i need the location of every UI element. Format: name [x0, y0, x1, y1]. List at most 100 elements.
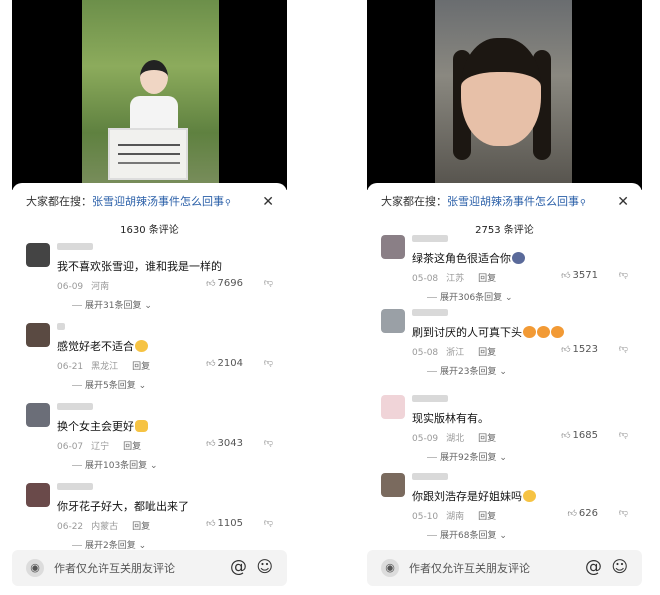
like-button[interactable]: 👍︎ 626 [568, 508, 599, 519]
avatar[interactable] [381, 309, 405, 333]
camera-icon[interactable]: ◉ [26, 559, 44, 577]
avatar[interactable] [26, 323, 50, 347]
comment-item[interactable]: 感觉好老不适合 06-21 黑龙江 回复 👍︎ 2104 👎︎ 展开5条回复 ⌄ [12, 323, 287, 403]
reply-button[interactable]: 回复 [478, 348, 496, 358]
comment-item[interactable]: 绿茶这角色很适合你 05-08 江苏 回复 👍︎ 3571 👎︎ 展开306条回复 ⌄ [367, 235, 642, 315]
camera-icon[interactable]: ◉ [381, 559, 399, 577]
cat-emoji-icon [512, 252, 525, 264]
comment-item[interactable]: 我不喜欢张雪迎，谁和我是一样的 06-09 河南 👍︎ 7696 👎︎ 展开31条回… [12, 243, 287, 323]
at-mention-icon[interactable]: @ [230, 557, 247, 577]
thumb-down-icon[interactable]: 👎︎ [619, 344, 628, 354]
comment-region: 黑龙江 [91, 362, 119, 372]
search-prefix: 大家都在搜： [26, 195, 92, 208]
avatar[interactable] [26, 243, 50, 267]
comment-item[interactable]: 你跟刘浩存是好姐妹吗 05-10 湖南 回复 👍︎ 626 👎︎ 展开68条回复 ⌄ [367, 473, 642, 553]
thumb-up-icon: 👍︎ [561, 271, 571, 281]
comment-input[interactable]: 作者仅允许互关朋友评论 [409, 560, 530, 576]
like-button[interactable]: 👍︎ 1105 [206, 518, 243, 529]
comment-region: 河南 [91, 282, 110, 292]
search-suggestion[interactable]: 大家都在搜：张雪迎胡辣汤事件怎么回事⚲ ✕ [26, 193, 276, 211]
username[interactable] [412, 235, 448, 242]
person-face [461, 38, 541, 146]
at-mention-icon[interactable]: @ [585, 557, 602, 577]
comment-text: 感觉好老不适合 [57, 339, 277, 355]
expand-replies[interactable]: 展开31条回复 ⌄ [72, 298, 152, 311]
reply-button[interactable]: 回复 [478, 434, 496, 444]
like-button[interactable]: 👍︎ 1685 [561, 430, 598, 441]
thumb-down-icon[interactable]: 👎︎ [619, 430, 628, 440]
expand-replies[interactable]: 展开23条回复 ⌄ [427, 364, 507, 377]
close-icon[interactable]: ✕ [617, 193, 629, 211]
comment-date: 05-08 [412, 348, 439, 358]
reply-button[interactable]: 回复 [123, 442, 141, 452]
close-icon[interactable]: ✕ [262, 193, 274, 211]
comment-text-content: 换个女主会更好 [57, 420, 134, 433]
comment-text: 换个女主会更好 [57, 419, 277, 435]
comment-date: 05-09 [412, 434, 439, 444]
reply-button[interactable]: 回复 [478, 512, 496, 522]
emoji-picker-icon[interactable]: ☺ [611, 557, 628, 576]
avatar[interactable] [381, 395, 405, 419]
thumb-down-icon[interactable]: 👎︎ [264, 278, 273, 288]
search-icon[interactable]: ⚲ [225, 194, 231, 212]
emoji-picker-icon[interactable]: ☺ [256, 557, 273, 576]
comment-input[interactable]: 作者仅允许互关朋友评论 [54, 560, 175, 576]
expand-replies[interactable]: 展开306条回复 ⌄ [427, 290, 513, 303]
like-button[interactable]: 👍︎ 2104 [206, 358, 243, 369]
reply-button[interactable]: 回复 [132, 522, 150, 532]
expand-replies[interactable]: 展开68条回复 ⌄ [427, 528, 507, 541]
laugh-emoji-icon [135, 340, 148, 352]
laugh-emoji-icon [523, 490, 536, 502]
thumb-down-icon[interactable]: 👎︎ [264, 518, 273, 528]
avatar[interactable] [381, 473, 405, 497]
search-topic-link[interactable]: 张雪迎胡辣汤事件怎么回事 [92, 195, 224, 208]
comment-text-content: 绿茶这角色很适合你 [412, 252, 511, 265]
comment-meta: 06-22 内蒙古 回复 [57, 519, 158, 532]
comment-item[interactable]: 刷到讨厌的人可真下头 05-08 浙江 回复 👍︎ 1523 👎︎ 展开23条回复 ⌄ [367, 309, 642, 389]
reply-button[interactable]: 回复 [478, 274, 496, 284]
expand-replies[interactable]: 展开92条回复 ⌄ [427, 450, 507, 463]
comment-date: 05-10 [412, 512, 439, 522]
video-player[interactable] [12, 0, 287, 190]
avatar[interactable] [381, 235, 405, 259]
comment-meta: 05-09 湖北 回复 [412, 431, 504, 444]
avatar[interactable] [26, 403, 50, 427]
search-prefix: 大家都在搜： [381, 195, 447, 208]
video-player[interactable] [367, 0, 642, 190]
username[interactable] [412, 395, 448, 402]
comment-date: 06-21 [57, 362, 84, 372]
like-button[interactable]: 👍︎ 1523 [561, 344, 598, 355]
comment-input-bar[interactable]: ◉ 作者仅允许互关朋友评论 @ ☺ [12, 550, 287, 586]
comment-meta: 05-08 浙江 回复 [412, 345, 504, 358]
thumb-down-icon[interactable]: 👎︎ [264, 358, 273, 368]
username[interactable] [57, 483, 93, 490]
comment-region: 湖南 [446, 512, 465, 522]
thumb-down-icon[interactable]: 👎︎ [619, 270, 628, 280]
username[interactable] [412, 473, 448, 480]
thumb-up-icon: 👍︎ [567, 509, 577, 519]
expand-line [427, 535, 437, 536]
like-button[interactable]: 👍︎ 3571 [561, 270, 598, 281]
video-frame [82, 0, 219, 190]
search-icon[interactable]: ⚲ [580, 194, 586, 212]
username[interactable] [57, 403, 93, 410]
thumb-up-icon: 👍︎ [206, 519, 216, 529]
thumb-down-icon[interactable]: 👎︎ [619, 508, 628, 518]
reply-button[interactable]: 回复 [132, 362, 150, 372]
expand-replies[interactable]: 展开103条回复 ⌄ [72, 458, 158, 471]
comment-date: 05-08 [412, 274, 439, 284]
comment-item[interactable]: 换个女主会更好 06-07 辽宁 回复 👍︎ 3043 👎︎ 展开103条回复 ⌄ [12, 403, 287, 483]
search-topic-link[interactable]: 张雪迎胡辣汤事件怎么回事 [447, 195, 579, 208]
search-suggestion[interactable]: 大家都在搜：张雪迎胡辣汤事件怎么回事⚲ ✕ [381, 193, 631, 211]
like-button[interactable]: 👍︎ 7696 [206, 278, 243, 289]
expand-replies[interactable]: 展开5条回复 ⌄ [72, 378, 146, 391]
like-button[interactable]: 👍︎ 3043 [206, 438, 243, 449]
comment-item[interactable]: 现实版林有有。 05-09 湖北 回复 👍︎ 1685 👎︎ 展开92条回复 ⌄ [367, 395, 642, 475]
comment-input-bar[interactable]: ◉ 作者仅允许互关朋友评论 @ ☺ [367, 550, 642, 586]
username[interactable] [412, 309, 448, 316]
avatar[interactable] [26, 483, 50, 507]
username[interactable] [57, 243, 93, 250]
like-count: 3043 [217, 438, 243, 449]
thumb-down-icon[interactable]: 👎︎ [264, 438, 273, 448]
username[interactable] [57, 323, 65, 330]
